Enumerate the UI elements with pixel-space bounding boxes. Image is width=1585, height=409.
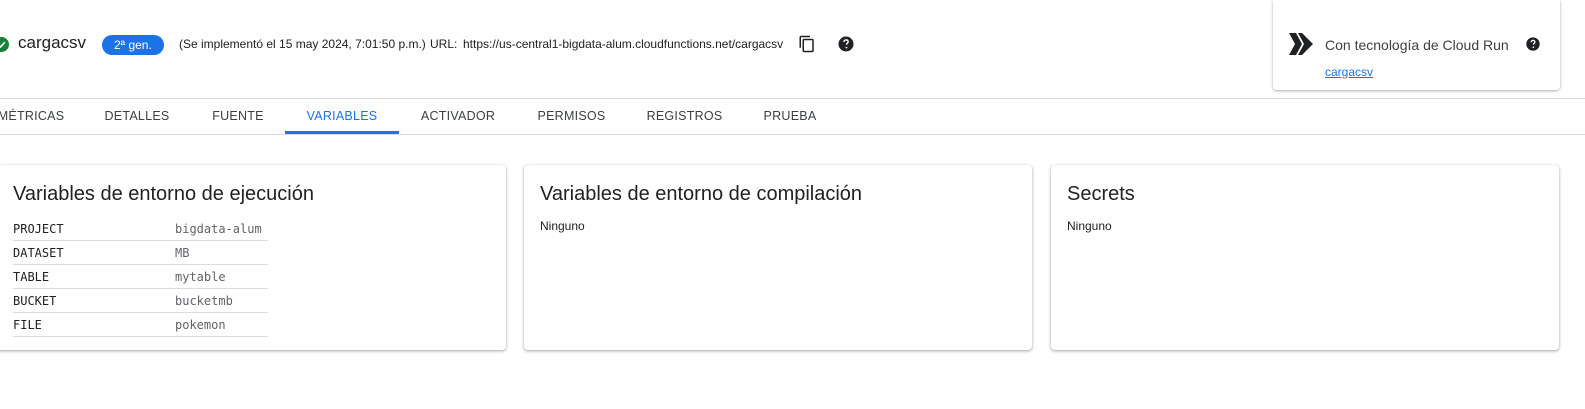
tab-prueba[interactable]: PRUEBA [757,99,823,134]
table-row: TABLE mytable [13,265,268,289]
table-row: BUCKET bucketmb [13,289,268,313]
card-title: Variables de entorno de ejecución [13,183,314,205]
build-env-vars-card: Variables de entorno de compilación Ning… [524,165,1032,350]
empty-state-text: Ninguno [1067,219,1112,233]
help-circle-icon[interactable] [837,35,855,53]
secrets-card: Secrets Ninguno [1051,165,1559,350]
env-var-value: MB [175,246,190,260]
help-circle-icon[interactable] [1525,36,1541,52]
function-header: cargacsv 2ª gen. (Se implementó el 15 ma… [0,0,1585,98]
card-title: Secrets [1067,183,1135,205]
content-copy-icon[interactable] [798,35,816,53]
function-url: https://us-central1-bigdata-alum.cloudfu… [463,37,784,51]
env-var-value: bucketmb [175,294,233,308]
runtime-env-vars-card: Variables de entorno de ejecución PROJEC… [0,165,506,350]
env-var-value: pokemon [175,318,226,332]
cloud-run-card: Con tecnología de Cloud Run cargacsv [1273,0,1560,90]
env-var-key: PROJECT [13,222,64,236]
env-var-key: BUCKET [13,294,57,308]
tab-detalles[interactable]: DETALLES [98,99,176,134]
generation-badge: 2ª gen. [102,35,164,55]
active-tab-indicator [285,131,399,134]
function-name: cargacsv [18,33,87,52]
cloud-run-logo-icon [1289,33,1313,55]
deploy-info: (Se implementó el 15 may 2024, 7:01:50 p… [179,37,426,51]
tab-activador[interactable]: ACTIVADOR [414,99,502,134]
env-var-key: DATASET [13,246,64,260]
check-circle-icon [0,37,9,52]
env-vars-table: PROJECT bigdata-alum DATASET MB TABLE my… [13,217,268,337]
tab-fuente[interactable]: FUENTE [205,99,271,134]
tab-metricas[interactable]: MÉTRICAS [0,99,66,134]
table-row: DATASET MB [13,241,268,265]
tab-registros[interactable]: REGISTROS [642,99,727,134]
empty-state-text: Ninguno [540,219,585,233]
cloud-run-service-link[interactable]: cargacsv [1325,65,1373,79]
cloud-run-title: Con tecnología de Cloud Run [1325,37,1509,53]
table-row: PROJECT bigdata-alum [13,217,268,241]
url-label: URL: [430,37,458,51]
env-var-key: FILE [13,318,42,332]
tab-permisos[interactable]: PERMISOS [532,99,611,134]
env-var-value: mytable [175,270,226,284]
table-row: FILE pokemon [13,313,268,337]
env-var-value: bigdata-alum [175,222,262,236]
tab-variables[interactable]: VARIABLES [285,99,399,134]
env-var-key: TABLE [13,270,50,284]
tab-bar: MÉTRICAS DETALLES FUENTE VARIABLES ACTIV… [0,99,1585,135]
card-title: Variables de entorno de compilación [540,183,863,205]
